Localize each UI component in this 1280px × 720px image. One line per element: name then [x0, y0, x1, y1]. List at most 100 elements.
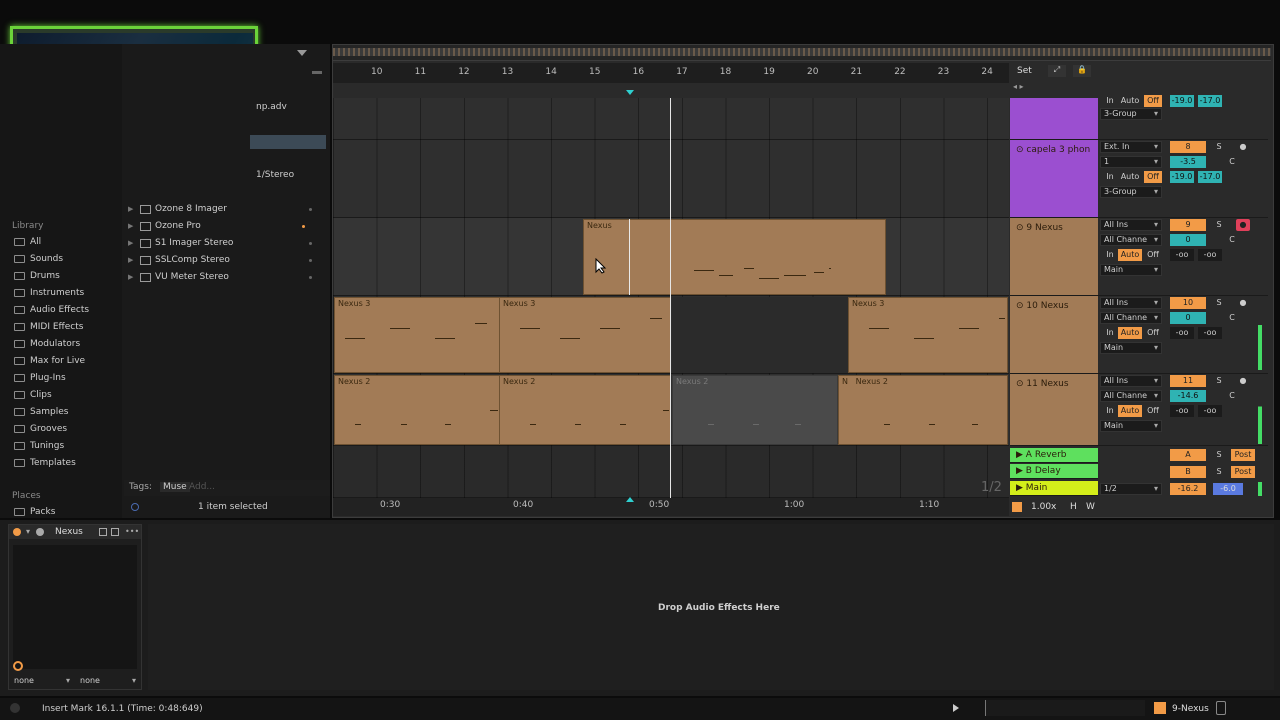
- track-header-10-nexus[interactable]: ⊙ 10 Nexus: [1010, 296, 1098, 374]
- library-item-sounds[interactable]: Sounds: [14, 251, 63, 267]
- overview-bar[interactable]: [333, 45, 1271, 61]
- monitor-in[interactable]: In: [1102, 171, 1118, 183]
- lane-group[interactable]: [333, 98, 1009, 140]
- track-number[interactable]: 9: [1170, 219, 1206, 231]
- input-channel-select[interactable]: All Channe: [1100, 234, 1162, 246]
- monitor-off[interactable]: Off: [1144, 405, 1162, 417]
- device-nexus[interactable]: ▾ Nexus ••• none none: [8, 524, 142, 690]
- zoom-icon[interactable]: [1012, 502, 1022, 512]
- library-item-modulators[interactable]: Modulators: [14, 336, 80, 352]
- browser-menu-icon[interactable]: [312, 71, 322, 74]
- return-b-delay[interactable]: ▶ B Delay: [1010, 464, 1098, 479]
- send-a[interactable]: -19.0: [1170, 95, 1194, 107]
- library-item-samples[interactable]: Samples: [14, 404, 68, 420]
- set-button[interactable]: Set: [1017, 66, 1032, 76]
- input-type-select[interactable]: All Ins: [1100, 297, 1162, 309]
- save-icon[interactable]: [111, 528, 119, 536]
- time-ruler[interactable]: 0:30 0:40 0:50 1:00 1:10: [333, 498, 1009, 516]
- input-channel-select[interactable]: All Channe: [1100, 390, 1162, 402]
- filter-icon[interactable]: [297, 50, 307, 56]
- library-item-tunings[interactable]: Tunings: [14, 438, 64, 454]
- return-a-reverb[interactable]: ▶ A Reverb: [1010, 448, 1098, 463]
- fold-icon[interactable]: ⊙: [1016, 223, 1024, 233]
- input-channel-select[interactable]: All Channe: [1100, 312, 1162, 324]
- library-item-plug-ins[interactable]: Plug-Ins: [14, 370, 66, 386]
- expand-icon[interactable]: ▶: [128, 205, 140, 213]
- monitor-in[interactable]: In: [1102, 95, 1118, 107]
- arm-button[interactable]: ●: [1236, 375, 1250, 387]
- arm-button[interactable]: ●: [1236, 141, 1250, 153]
- play-icon[interactable]: ▶: [1016, 466, 1023, 476]
- output-select[interactable]: 3-Group: [1100, 186, 1162, 198]
- expand-icon[interactable]: ▶: [128, 273, 140, 281]
- monitor-off[interactable]: Off: [1144, 327, 1162, 339]
- device-on-icon[interactable]: [13, 528, 21, 536]
- track-header-11-nexus[interactable]: ⊙ 11 Nexus: [1010, 374, 1098, 446]
- tag-add[interactable]: Add...: [189, 482, 215, 492]
- library-item-grooves[interactable]: Grooves: [14, 421, 67, 437]
- monitor-off[interactable]: Off: [1144, 171, 1162, 183]
- monitor-auto[interactable]: Auto: [1118, 405, 1142, 417]
- return-a-post[interactable]: Post: [1231, 449, 1255, 461]
- plugin-row[interactable]: ▶ S1 Imager Stereo: [128, 235, 318, 251]
- fold-icon[interactable]: ⊙: [1016, 379, 1024, 389]
- send-a[interactable]: -19.0: [1170, 171, 1194, 183]
- play-icon[interactable]: [953, 704, 959, 712]
- clip-nexus3-a[interactable]: Nexus 3: [334, 297, 500, 373]
- browser-selected-row[interactable]: [250, 135, 326, 149]
- output-select[interactable]: Main: [1100, 264, 1162, 276]
- volume-value[interactable]: -3.5: [1170, 156, 1206, 168]
- solo-button[interactable]: S: [1213, 375, 1225, 387]
- main-volume[interactable]: -16.2: [1170, 483, 1206, 495]
- arm-button[interactable]: ●: [1236, 297, 1250, 309]
- volume-value[interactable]: 0: [1170, 312, 1206, 324]
- main-track[interactable]: ▶ Main: [1010, 481, 1098, 496]
- send-a[interactable]: -oo: [1170, 405, 1194, 417]
- lane-capela[interactable]: [333, 140, 1009, 218]
- clip-nexus2-c[interactable]: N Nexus 2: [838, 375, 1008, 445]
- library-item-max-for-live[interactable]: Max for Live: [14, 353, 85, 369]
- return-b-solo[interactable]: S: [1213, 466, 1225, 478]
- pan-value[interactable]: C: [1226, 390, 1238, 402]
- send-a[interactable]: -oo: [1170, 249, 1194, 261]
- clip-nexus2-b[interactable]: Nexus 2: [499, 375, 671, 445]
- beat-ruler[interactable]: 10 11 12 13 14 15 16 17 18 19 20 21 22 23 24: [333, 63, 1009, 83]
- solo-button[interactable]: S: [1213, 297, 1225, 309]
- clip-nexus2-muted[interactable]: Nexus 2: [672, 375, 838, 445]
- send-b[interactable]: -oo: [1198, 249, 1222, 261]
- library-item-drums[interactable]: Drums: [14, 268, 60, 284]
- return-a-letter[interactable]: A: [1170, 449, 1206, 461]
- main-cue-volume[interactable]: -6.0: [1213, 483, 1243, 495]
- plugin-row[interactable]: ▶ Ozone 8 Imager: [128, 201, 318, 217]
- fold-icon[interactable]: ⊙: [1016, 301, 1024, 311]
- track-header-9-nexus[interactable]: ⊙ 9 Nexus: [1010, 218, 1098, 296]
- send-b[interactable]: -oo: [1198, 405, 1222, 417]
- clip-empty-10[interactable]: [672, 297, 848, 373]
- solo-button[interactable]: S: [1213, 141, 1225, 153]
- monitor-auto[interactable]: Auto: [1118, 327, 1142, 339]
- playhead-line[interactable]: [670, 98, 671, 498]
- more-icon[interactable]: •••: [125, 527, 139, 536]
- output-select[interactable]: Main: [1100, 420, 1162, 432]
- pan-value[interactable]: C: [1226, 156, 1238, 168]
- library-item-all[interactable]: All: [14, 234, 41, 250]
- input-channel-select[interactable]: 1: [1100, 156, 1162, 168]
- monitor-in[interactable]: In: [1102, 405, 1118, 417]
- main-ratio[interactable]: 1/2: [1100, 483, 1162, 495]
- browser-row-stereo[interactable]: 1/Stereo: [256, 170, 294, 180]
- monitor-off[interactable]: Off: [1144, 249, 1162, 261]
- input-type-select[interactable]: All Ins: [1100, 375, 1162, 387]
- device-select-1[interactable]: none: [11, 676, 73, 688]
- macro-knob-icon[interactable]: [13, 661, 23, 671]
- plugin-row[interactable]: ▶ SSLComp Stereo: [128, 252, 318, 268]
- library-item-audio-effects[interactable]: Audio Effects: [14, 302, 89, 318]
- return-b-letter[interactable]: B: [1170, 466, 1206, 478]
- play-icon[interactable]: ▶: [1016, 450, 1023, 460]
- track-number[interactable]: 8: [1170, 141, 1206, 153]
- clip-nexus2-a[interactable]: Nexus 2: [334, 375, 500, 445]
- library-item-instruments[interactable]: Instruments: [14, 285, 84, 301]
- pan-value[interactable]: C: [1226, 312, 1238, 324]
- places-item-packs[interactable]: Packs: [14, 504, 55, 520]
- input-type-select[interactable]: All Ins: [1100, 219, 1162, 231]
- track-header-capela[interactable]: ⊙ capela 3 phon: [1010, 140, 1098, 218]
